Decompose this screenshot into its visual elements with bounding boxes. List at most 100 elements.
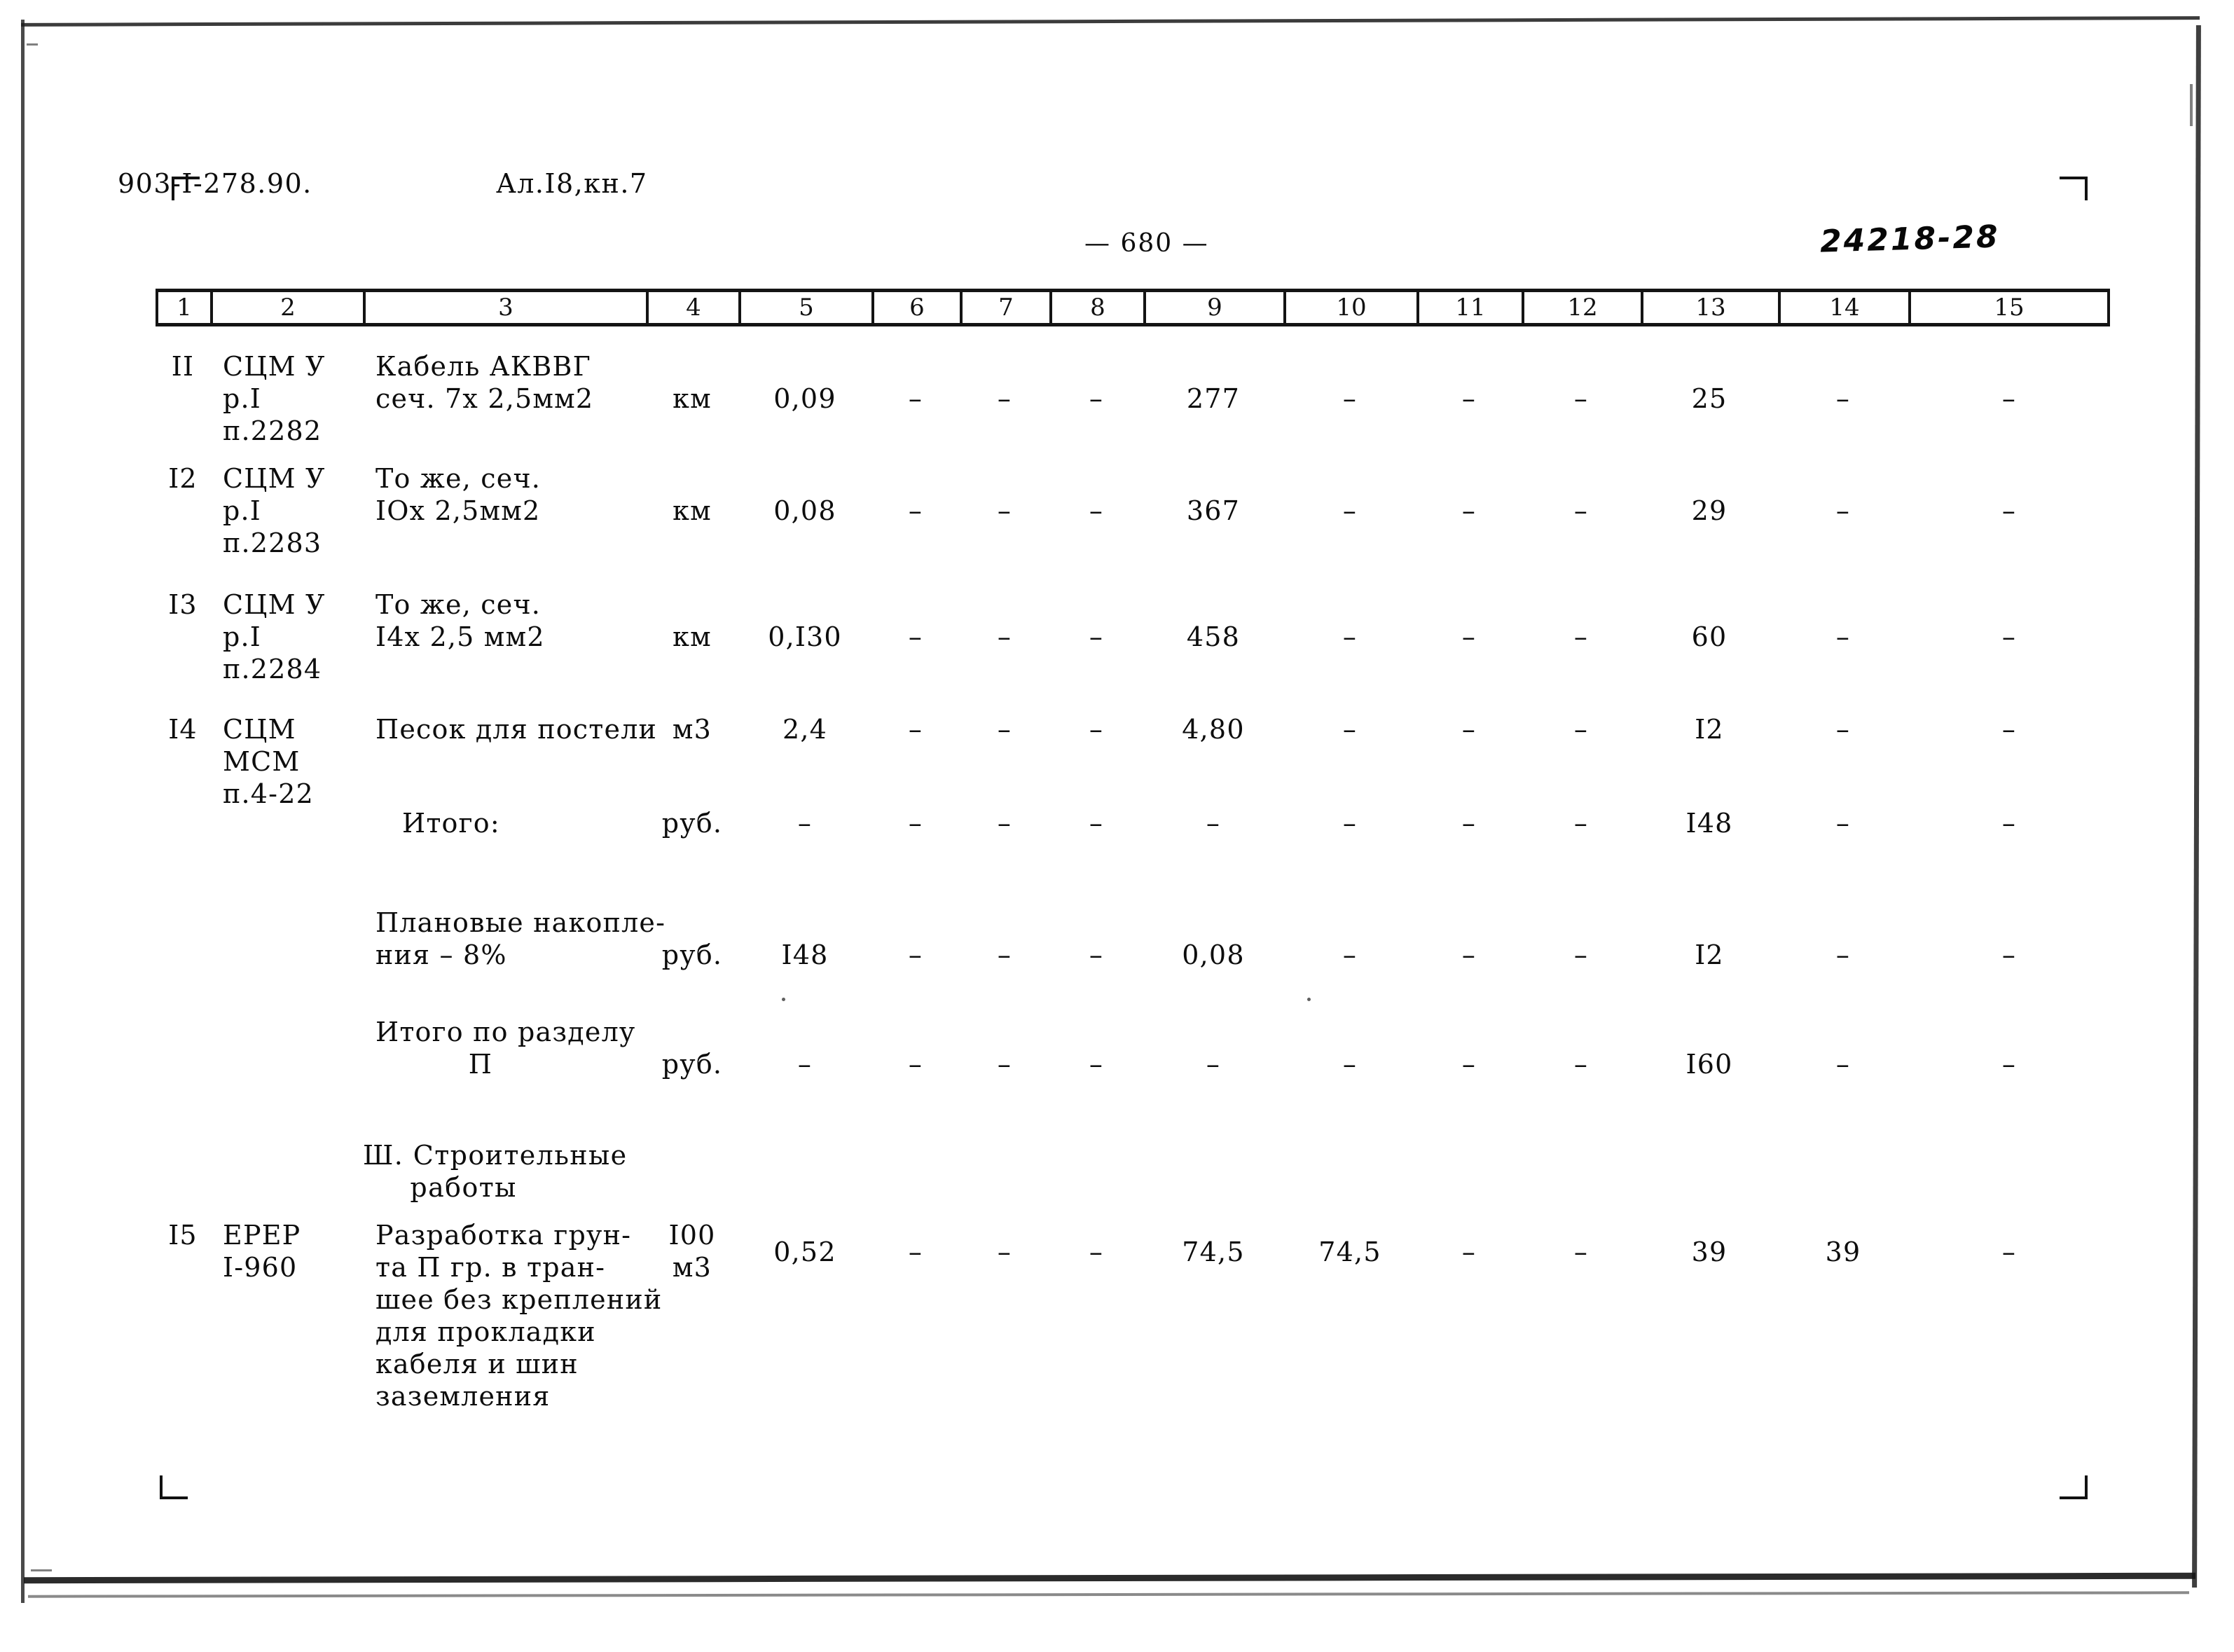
row-value-7: –	[997, 1237, 1012, 1267]
row-value-6: –	[908, 808, 923, 839]
scan-edge-bottom-secondary	[27, 1591, 2190, 1598]
scan-edge-bottom	[23, 1572, 2196, 1584]
column-header-cell-1: 1	[156, 289, 210, 326]
row-value-6: –	[908, 383, 923, 414]
row-value-15: –	[2001, 714, 2017, 745]
row-value-6: –	[908, 1049, 923, 1080]
row-value-11: –	[1461, 808, 1477, 839]
row-description: Итого:	[402, 808, 500, 839]
row-description: Песок для постели	[375, 714, 658, 745]
row-unit: I00 м3	[668, 1220, 716, 1283]
row-value-7: –	[997, 621, 1012, 652]
row-value-6: –	[908, 1237, 923, 1267]
row-description: То же, сеч. IОх 2,5мм2	[375, 463, 542, 526]
row-value-11: –	[1461, 1237, 1477, 1267]
row-value-6: –	[908, 495, 923, 526]
row-value-12: –	[1573, 1237, 1589, 1267]
row-value-15: –	[2001, 1237, 2017, 1267]
table-row-section-total: Итого по разделу П руб. – – – – – – – – …	[156, 1016, 2110, 1219]
scan-speck	[31, 1569, 52, 1571]
row-value-5: 0,09	[773, 383, 836, 414]
table-row: I2 СЦМ У р.I п.2283 То же, сеч. IОх 2,5м…	[156, 462, 2110, 588]
row-value-13: 60	[1691, 621, 1728, 652]
row-value-12: –	[1573, 939, 1589, 970]
column-header-cell-15: 15	[1908, 289, 2110, 326]
scan-edge-top	[20, 16, 2200, 27]
column-header-cell-11: 11	[1416, 289, 1522, 326]
row-value-6: –	[908, 714, 923, 745]
scan-speck	[27, 43, 38, 46]
row-value-12: –	[1573, 808, 1589, 839]
row-norm-code: СЦМ МСМ п.4-22	[223, 714, 314, 809]
row-value-7: –	[997, 495, 1012, 526]
row-value-8: –	[1089, 383, 1104, 414]
column-header-cell-14: 14	[1778, 289, 1908, 326]
scan-speck	[2190, 84, 2193, 126]
row-value-10: –	[1342, 621, 1358, 652]
row-value-15: –	[2001, 808, 2017, 839]
row-value-12: –	[1573, 1049, 1589, 1080]
table-column-header-row: 1 2 3 4 5 6 7 8 9 10 11 12 13 14 15	[156, 289, 2110, 326]
page-number: — 680 —	[1084, 229, 1209, 258]
scan-edge-right	[2192, 25, 2201, 1588]
row-value-12: –	[1573, 621, 1589, 652]
row-norm-code: СЦМ У р.I п.2282	[223, 351, 326, 446]
column-header-cell-7: 7	[960, 289, 1049, 326]
row-value-9: –	[1206, 808, 1221, 839]
row-unit: руб.	[661, 808, 723, 839]
row-number: I3	[168, 589, 198, 620]
row-value-9: –	[1206, 1049, 1221, 1080]
row-description: Кабель АКВВГ сеч. 7х 2,5мм2	[375, 351, 594, 414]
column-header-cell-13: 13	[1641, 289, 1778, 326]
row-unit: км	[673, 495, 712, 526]
table-body: II СЦМ У р.I п.2282 Кабель АКВВГ сеч. 7х…	[156, 350, 2110, 1436]
table-row: I4 СЦМ МСМ п.4-22 Песок для постели м3 2…	[156, 713, 2110, 809]
row-value-14: –	[1835, 495, 1851, 526]
row-value-8: –	[1089, 808, 1104, 839]
row-value-11: –	[1461, 383, 1477, 414]
column-header-label: 13	[1695, 294, 1726, 322]
scanned-document-page: 903-I-278.90. Ал.I8,кн.7 — 680 — 24218-2…	[0, 0, 2234, 1652]
column-header-label: 4	[686, 294, 701, 322]
crop-mark-top-right	[2060, 177, 2088, 205]
scan-edge-left	[21, 20, 25, 1603]
table-row: I3 СЦМ У р.I п.2284 То же, сеч. I4х 2,5 …	[156, 588, 2110, 713]
row-value-10: –	[1342, 939, 1358, 970]
row-value-15: –	[2001, 495, 2017, 526]
column-header-label: 14	[1829, 294, 1860, 322]
row-value-12: –	[1573, 495, 1589, 526]
row-value-5: I48	[781, 939, 829, 970]
column-header-cell-6: 6	[871, 289, 960, 326]
table-row-overhead: Плановые накопле- ния – 8% руб. I48 – – …	[156, 907, 2110, 1016]
row-norm-code: СЦМ У р.I п.2284	[223, 589, 326, 684]
row-value-5: –	[797, 808, 813, 839]
document-code: 903-I-278.90.	[118, 168, 312, 199]
row-value-7: –	[997, 383, 1012, 414]
row-value-5: –	[797, 1049, 813, 1080]
row-value-7: –	[997, 714, 1012, 745]
row-value-5: 0,08	[773, 495, 836, 526]
row-value-15: –	[2001, 939, 2017, 970]
row-value-5: 0,52	[773, 1237, 836, 1267]
archive-code-handwritten: 24218-28	[1819, 219, 2001, 260]
row-value-11: –	[1461, 495, 1477, 526]
row-value-13: I2	[1695, 939, 1724, 970]
row-value-8: –	[1089, 714, 1104, 745]
column-header-label: 11	[1455, 294, 1486, 322]
row-value-13: I60	[1685, 1049, 1733, 1080]
row-value-13: 29	[1691, 495, 1728, 526]
row-value-11: –	[1461, 714, 1477, 745]
row-value-11: –	[1461, 939, 1477, 970]
row-unit: м3	[672, 714, 712, 745]
row-value-5: 0,I30	[768, 621, 842, 652]
row-value-10: –	[1342, 1049, 1358, 1080]
row-value-11: –	[1461, 1049, 1477, 1080]
row-value-10: –	[1342, 495, 1358, 526]
row-unit: км	[673, 383, 712, 414]
column-header-cell-4: 4	[646, 289, 738, 326]
column-header-cell-10: 10	[1283, 289, 1416, 326]
row-unit: руб.	[661, 939, 723, 970]
row-value-14: –	[1835, 714, 1851, 745]
row-value-7: –	[997, 1049, 1012, 1080]
row-description: Итого по разделу П	[375, 1017, 636, 1080]
